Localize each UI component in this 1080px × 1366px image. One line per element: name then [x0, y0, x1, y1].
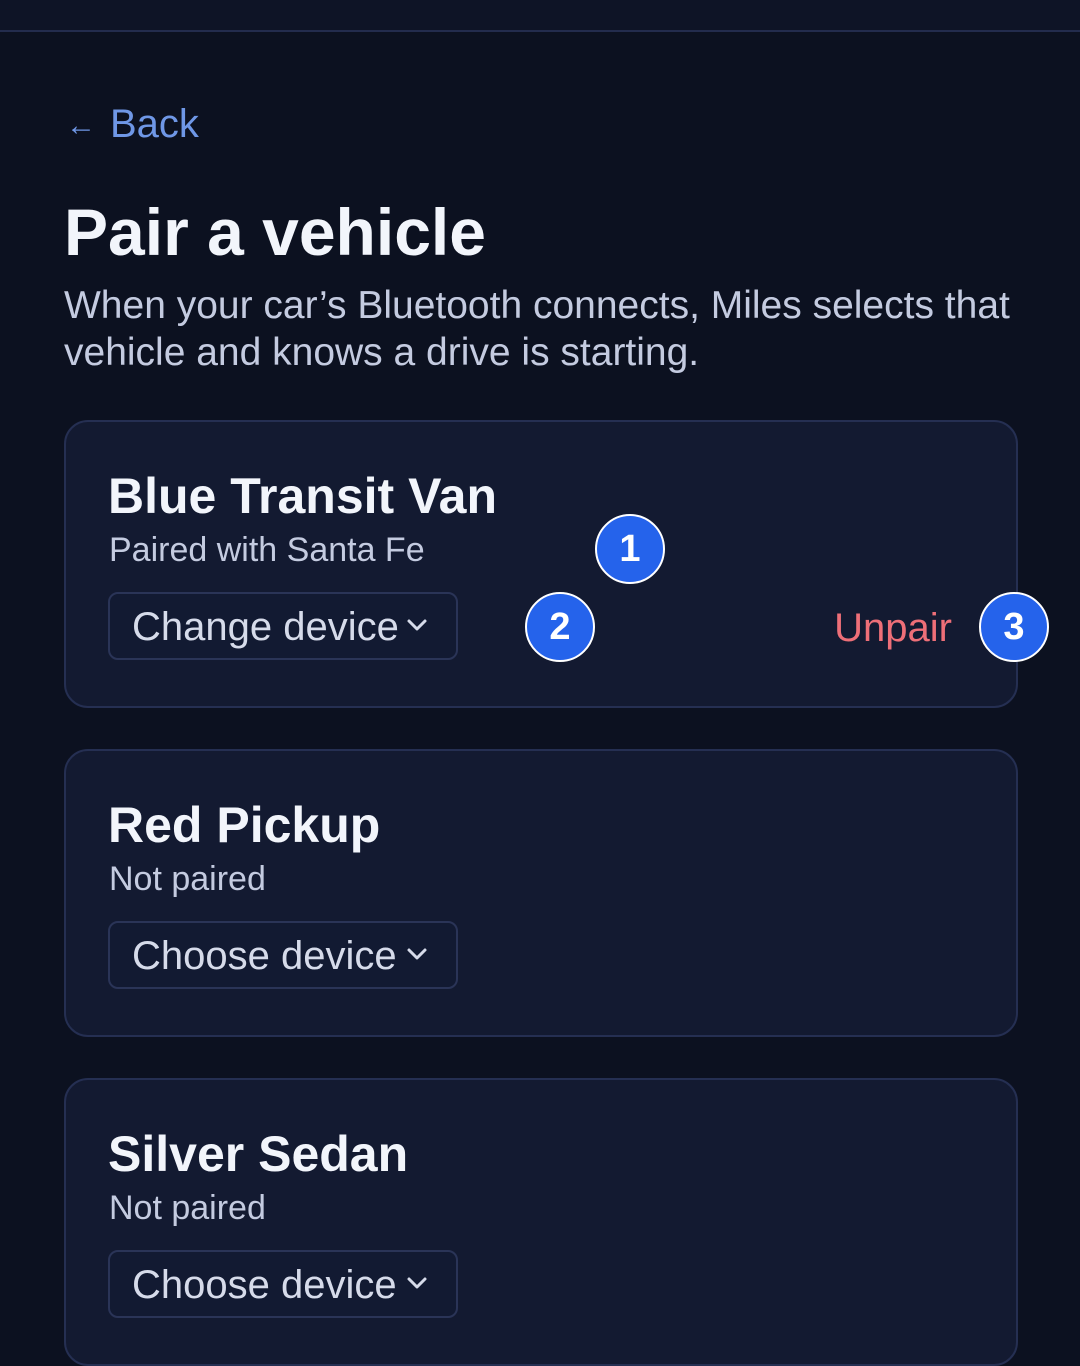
annotation-marker-3: 3: [979, 592, 1049, 662]
chevron-down-icon: [407, 948, 427, 960]
change-device-button[interactable]: Change device: [108, 592, 458, 660]
annotation-marker-1: 1: [595, 514, 665, 584]
back-link[interactable]: ← Back: [66, 98, 199, 152]
left-arrow-icon: ←: [66, 109, 96, 142]
choose-device-button[interactable]: Choose device: [108, 921, 458, 989]
page-subtitle: When your car’s Bluetooth connects, Mile…: [64, 284, 1010, 374]
change-device-label: Change device: [132, 605, 399, 649]
vehicle-card-silver-sedan: Silver Sedan Not paired Choose device: [64, 1078, 1018, 1366]
annotation-marker-2: 2: [525, 592, 595, 662]
vehicle-pair-status: Not paired: [109, 860, 266, 898]
vehicle-card-blue-transit-van: Blue Transit Van Paired with Santa Fe Ch…: [64, 420, 1018, 708]
vehicle-pair-status: Paired with Santa Fe: [109, 531, 425, 569]
choose-device-button[interactable]: Choose device: [108, 1250, 458, 1318]
vehicle-name: Blue Transit Van: [108, 468, 498, 524]
vehicle-pair-status: Not paired: [109, 1189, 266, 1227]
chevron-down-icon: [407, 1277, 427, 1289]
vehicle-card-red-pickup: Red Pickup Not paired Choose device: [64, 749, 1018, 1037]
choose-device-label: Choose device: [132, 934, 397, 978]
vehicle-name: Silver Sedan: [108, 1126, 409, 1182]
unpair-button[interactable]: Unpair: [834, 604, 952, 652]
vehicle-name: Red Pickup: [108, 797, 381, 853]
choose-device-label: Choose device: [132, 1263, 397, 1307]
back-label: Back: [110, 102, 199, 146]
chevron-down-icon: [407, 619, 427, 631]
page-title: Pair a vehicle: [64, 195, 486, 269]
top-bar: [0, 0, 1080, 32]
